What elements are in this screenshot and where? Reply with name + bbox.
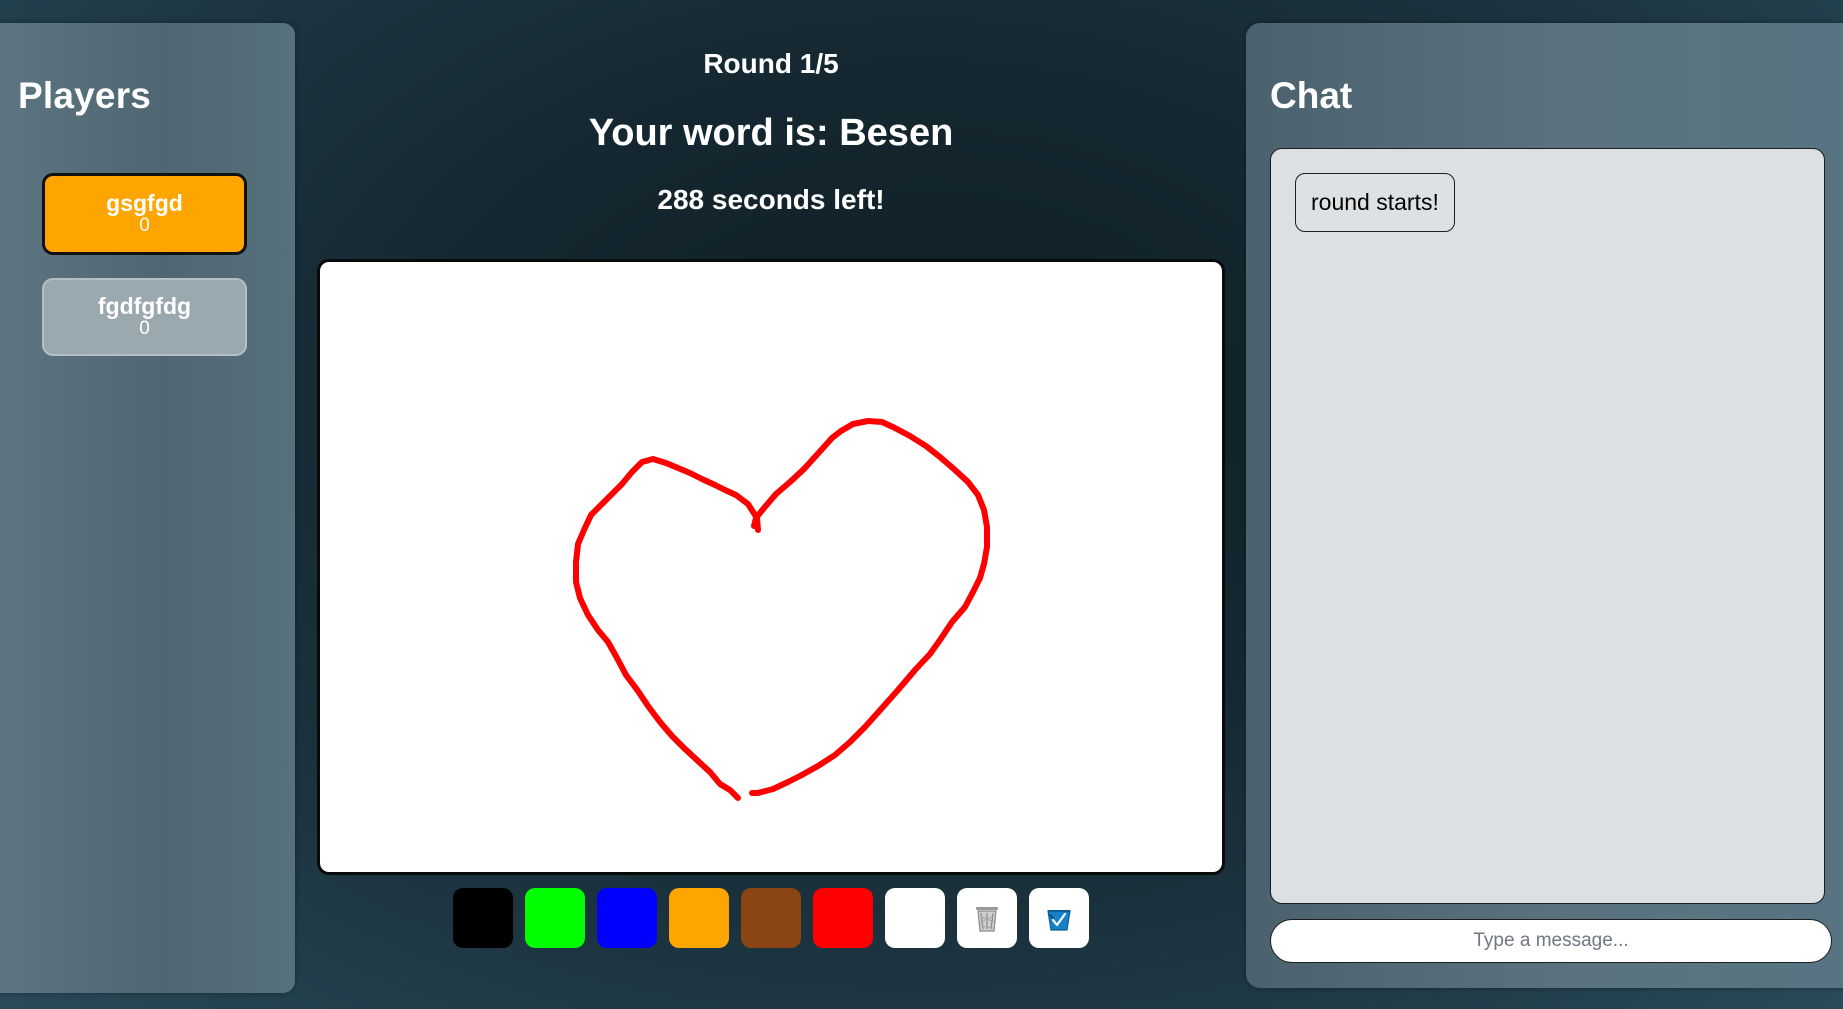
drawn-heart-stroke bbox=[749, 418, 990, 796]
color-swatch-brown[interactable] bbox=[741, 888, 801, 948]
fill-bucket-button[interactable] bbox=[1029, 888, 1089, 948]
color-swatch-black[interactable] bbox=[453, 888, 513, 948]
players-panel: Players gsgfgd 0 fgdfgfdg 0 bbox=[0, 23, 295, 993]
color-swatch-red[interactable] bbox=[813, 888, 873, 948]
player-card-fgdfgfdg: fgdfgfdg 0 bbox=[42, 278, 247, 356]
player-name: fgdfgfdg bbox=[97, 293, 192, 319]
chat-input[interactable] bbox=[1270, 919, 1832, 963]
drawing-canvas[interactable] bbox=[317, 259, 1225, 875]
trash-icon bbox=[976, 907, 998, 932]
chat-title: Chat bbox=[1270, 75, 1353, 116]
player-name: gsgfgd bbox=[106, 190, 183, 216]
clear-canvas-button[interactable] bbox=[957, 888, 1017, 948]
color-swatch-orange[interactable] bbox=[669, 888, 729, 948]
bucket-fill-icon bbox=[1047, 910, 1071, 931]
player-card-gsgfgd: gsgfgd 0 bbox=[42, 173, 247, 255]
countdown-timer: 288 seconds left! bbox=[657, 184, 885, 215]
color-swatch-blue[interactable] bbox=[597, 888, 657, 948]
chat-messages[interactable]: round starts! bbox=[1270, 148, 1825, 904]
chat-message: round starts! bbox=[1295, 173, 1455, 232]
round-indicator: Round 1/5 bbox=[703, 48, 839, 79]
color-swatch-green[interactable] bbox=[525, 888, 585, 948]
chat-panel: Chat round starts! bbox=[1246, 23, 1843, 988]
secret-word: Your word is: Besen bbox=[588, 112, 954, 154]
players-title: Players bbox=[18, 75, 152, 116]
player-score: 0 bbox=[139, 215, 150, 236]
drawing-surface[interactable] bbox=[320, 262, 1222, 872]
player-score: 0 bbox=[139, 318, 150, 339]
drawn-heart-stroke-left bbox=[573, 456, 761, 801]
drawing-toolbar bbox=[453, 888, 1089, 948]
color-swatch-white[interactable] bbox=[885, 888, 945, 948]
